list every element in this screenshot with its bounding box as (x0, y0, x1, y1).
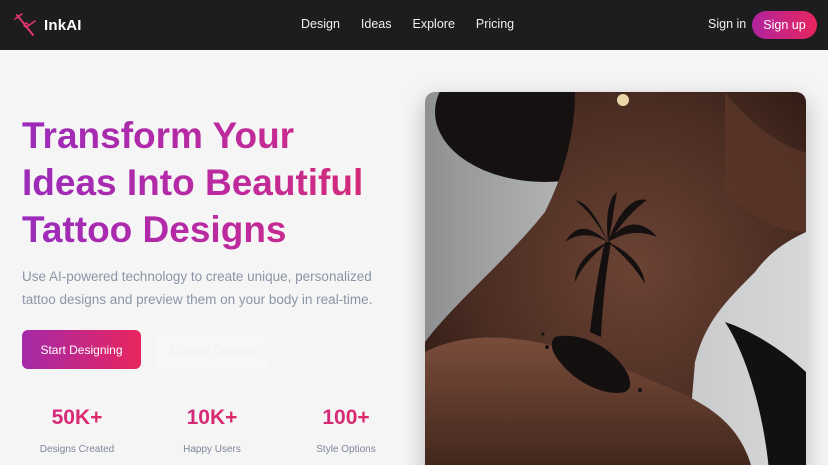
hero-title-line: Tattoo Designs (22, 209, 287, 250)
nav-link-design[interactable]: Design (301, 17, 340, 31)
stat-designs: 50K+ Designs Created (22, 406, 132, 455)
stat-label: Happy Users (183, 444, 241, 455)
stat-value: 10K+ (157, 406, 267, 430)
stat-label: Style Options (316, 444, 376, 455)
hero-subtitle: Use AI-powered technology to create uniq… (22, 269, 373, 307)
brand-logo[interactable]: InkAI (14, 12, 82, 38)
signup-button[interactable]: Sign up (752, 11, 817, 39)
stat-label: Designs Created (39, 444, 115, 455)
hero-title-line: Ideas Into Beautiful (22, 162, 364, 203)
explore-designs-button[interactable]: Explore Designs (157, 330, 270, 369)
hero-tattoo-photo (425, 92, 806, 465)
hero-title: Transform Your Ideas Into Beautiful Tatt… (22, 112, 422, 253)
nav-link-explore[interactable]: Explore (413, 17, 455, 31)
start-designing-button[interactable]: Start Designing (22, 330, 141, 369)
stat-value: 100+ (291, 406, 401, 430)
signin-link[interactable]: Sign in (708, 17, 746, 31)
hero-title-line: Transform Your (22, 115, 295, 156)
nav-link-ideas[interactable]: Ideas (361, 17, 392, 31)
stat-styles: 100+ Style Options (291, 406, 401, 455)
nav-links: Design Ideas Explore Pricing (301, 17, 514, 31)
stat-users: 10K+ Happy Users (157, 406, 267, 455)
top-navbar: InkAI Design Ideas Explore Pricing Sign … (0, 0, 828, 50)
tattoo-needle-icon (14, 12, 36, 38)
stat-value: 50K+ (22, 406, 132, 430)
nav-link-pricing[interactable]: Pricing (476, 17, 514, 31)
brand-name: InkAI (44, 16, 82, 34)
